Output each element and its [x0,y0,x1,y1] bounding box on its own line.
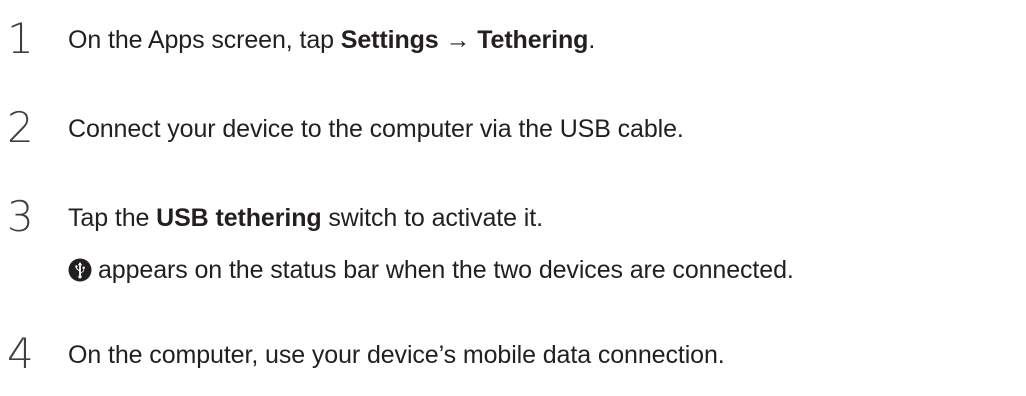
usb-tethering-label: USB tethering [156,204,322,232]
status-note: appears on the status bar when the two d… [68,258,794,283]
step-text-pre: On the Apps screen, tap [68,26,341,54]
step-text: Tap the USB tethering switch to activate… [68,206,543,231]
step-text-post: switch to activate it. [321,204,543,232]
step-text: Connect your device to the computer via … [68,115,684,143]
step-number: 1 [7,14,34,63]
step-number: 4 [7,329,34,378]
step-text-post: . [588,26,596,54]
step-text-pre: Tap the [68,204,157,232]
step-number: 2 [7,103,34,152]
step-text: On the computer, use your device’s mobil… [68,341,725,369]
usb-tethering-status-icon [68,258,92,282]
settings-label: Settings [340,26,439,54]
status-note-text: appears on the status bar when the two d… [98,256,794,284]
tethering-label: Tethering [477,26,589,54]
step-number: 3 [7,192,34,241]
arrow: → [438,26,478,54]
step-text: On the Apps screen, tap Settings → Tethe… [68,28,595,53]
